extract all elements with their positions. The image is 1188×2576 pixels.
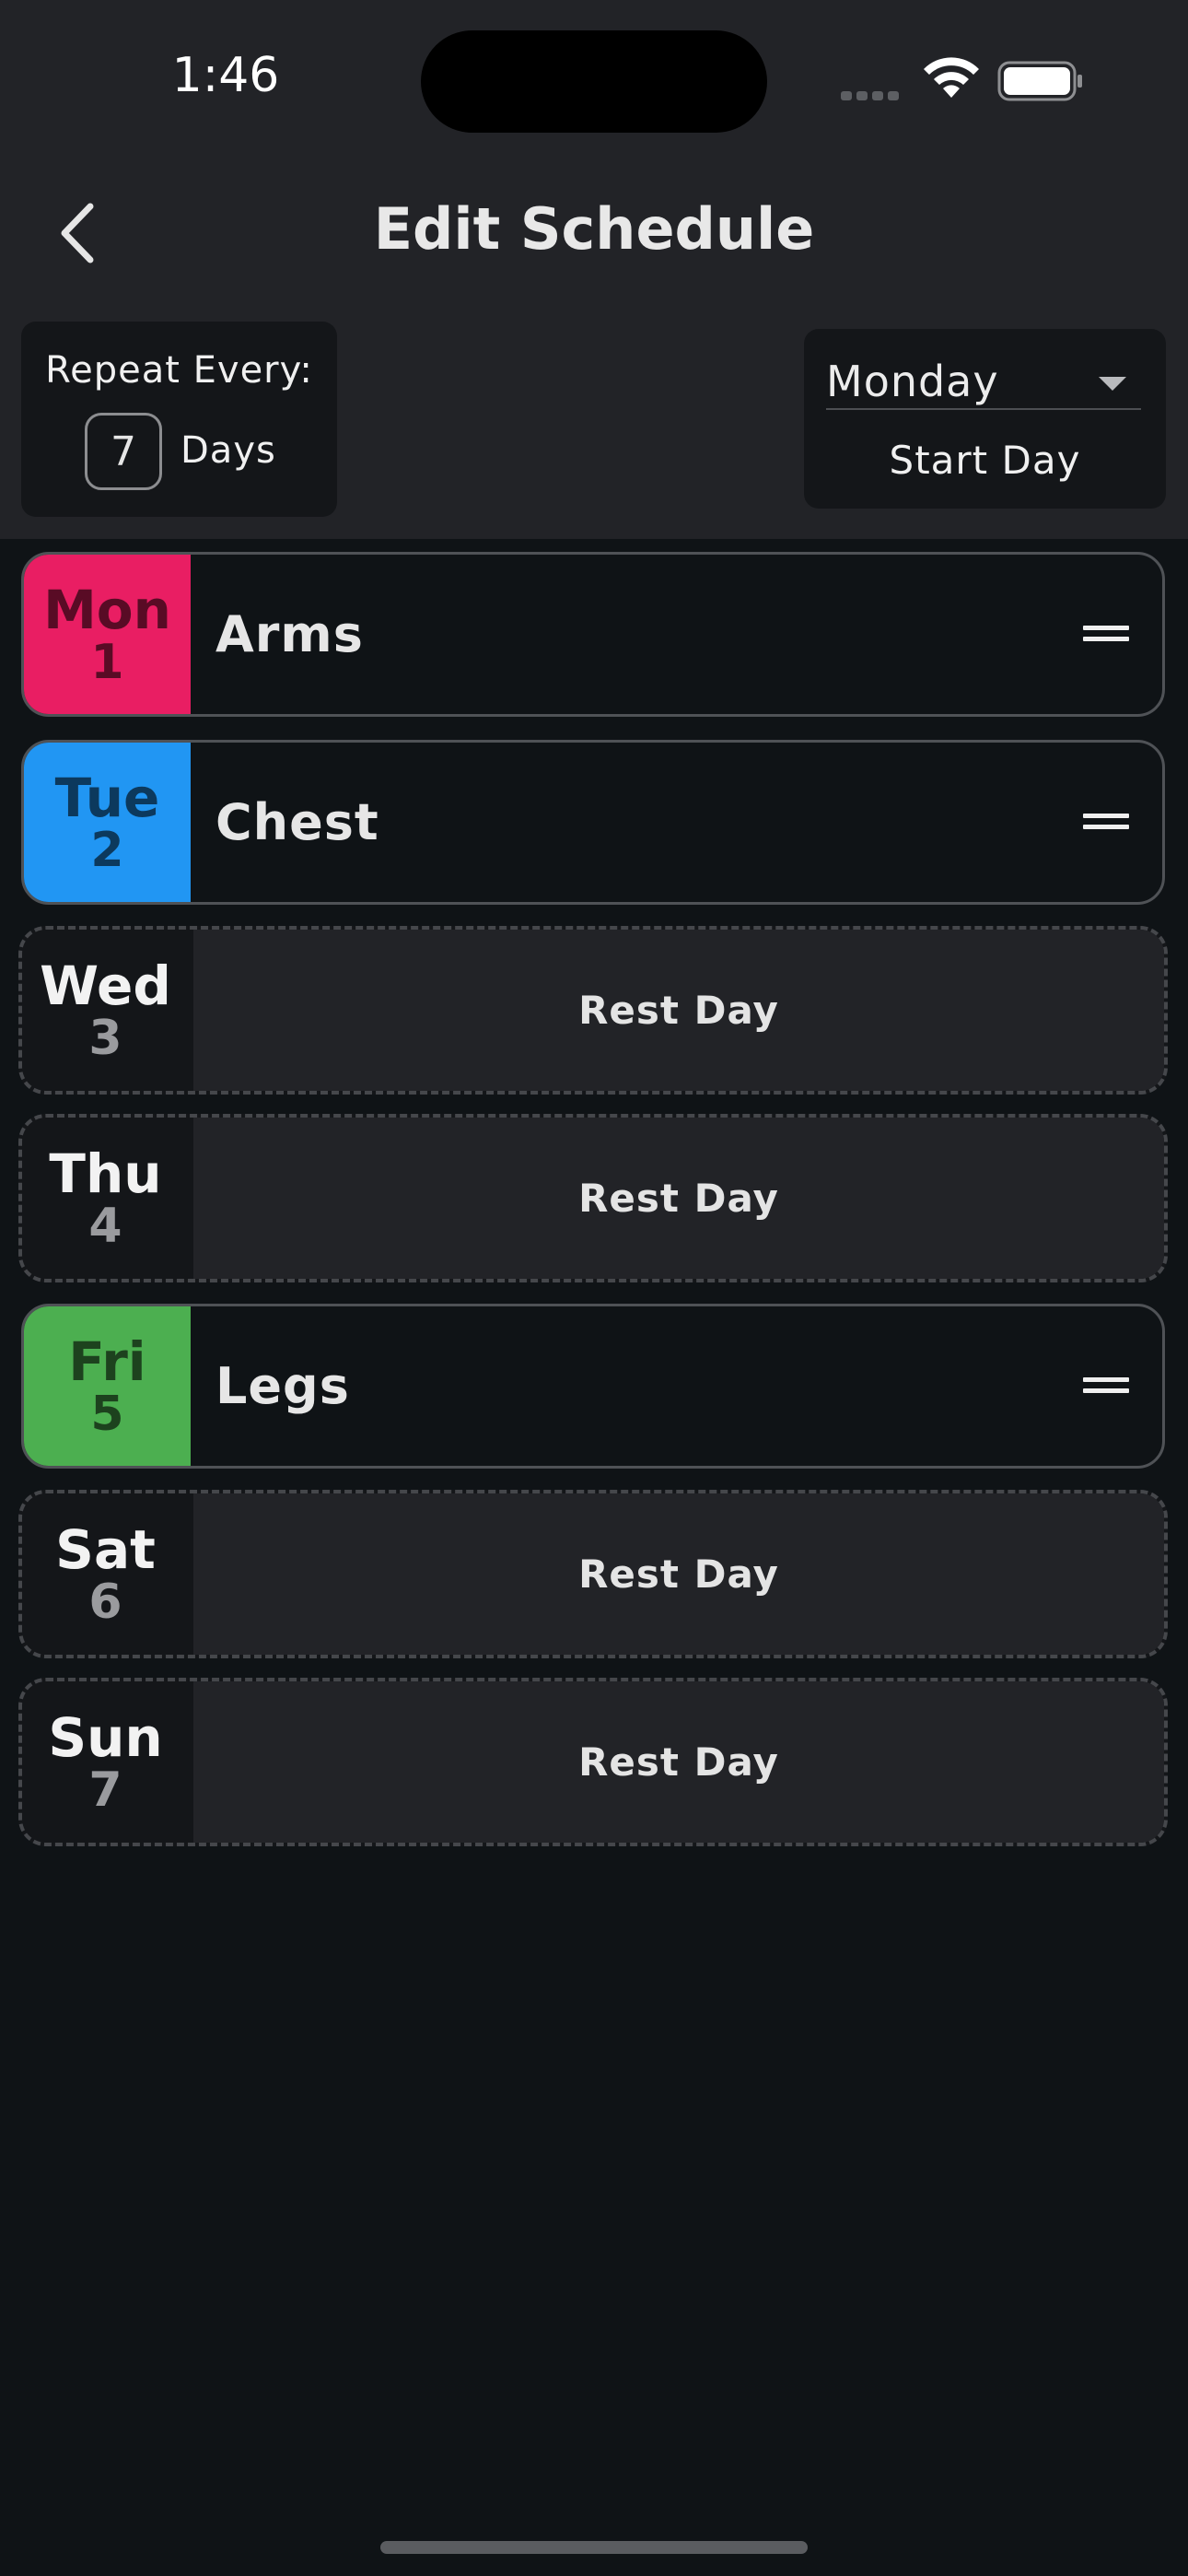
repeat-days-input[interactable]: 7: [85, 413, 162, 490]
status-time: 1:46: [171, 48, 280, 103]
drag-handle-icon[interactable]: [1083, 1377, 1129, 1396]
day-name: Sun: [48, 1705, 163, 1769]
start-day-card: Monday Start Day: [804, 329, 1166, 509]
rest-day-slot[interactable]: Rest Day: [193, 1681, 1164, 1843]
schedule-row-tue[interactable]: Tue 2 Chest: [21, 740, 1165, 905]
rest-day-slot[interactable]: Rest Day: [193, 1493, 1164, 1655]
rest-day-slot[interactable]: Rest Day: [193, 930, 1164, 1091]
day-badge: Wed 3: [22, 930, 189, 1091]
caret-down-icon: [1099, 377, 1126, 391]
rest-day-label: Rest Day: [578, 1176, 779, 1221]
day-name: Wed: [40, 954, 171, 1017]
schedule-row-sun[interactable]: Sun 7 Rest Day: [18, 1678, 1168, 1846]
day-name: Sat: [55, 1517, 156, 1581]
day-badge: Fri 5: [24, 1306, 191, 1466]
day-badge: Sat 6: [22, 1493, 189, 1655]
rest-day-slot[interactable]: Rest Day: [193, 1118, 1164, 1279]
day-number: 4: [88, 1198, 122, 1254]
day-number: 1: [90, 634, 124, 690]
header: 1:46 Edit Schedule Repeat Every: 7 Days …: [0, 0, 1188, 539]
drag-handle-icon[interactable]: [1083, 814, 1129, 832]
rest-day-label: Rest Day: [578, 1551, 779, 1597]
cellular-signal-icon: [841, 87, 903, 104]
day-name: Mon: [43, 578, 171, 641]
day-name: Thu: [49, 1142, 162, 1205]
repeat-label: Repeat Every:: [45, 349, 313, 392]
rest-day-label: Rest Day: [578, 988, 779, 1033]
day-number: 3: [88, 1010, 122, 1066]
workout-name: Legs: [215, 1357, 350, 1415]
day-name: Tue: [54, 766, 160, 829]
start-day-caption: Start Day: [889, 438, 1081, 483]
day-number: 5: [90, 1386, 124, 1442]
day-number: 7: [88, 1762, 122, 1818]
schedule-row-mon[interactable]: Mon 1 Arms: [21, 552, 1165, 717]
workout-name: Chest: [215, 793, 379, 851]
workout-name: Arms: [215, 605, 364, 663]
day-badge: Thu 4: [22, 1118, 189, 1279]
repeat-unit-label: Days: [181, 429, 276, 472]
day-number: 6: [88, 1574, 122, 1630]
rest-day-label: Rest Day: [578, 1739, 779, 1785]
day-badge: Sun 7: [22, 1681, 189, 1843]
day-badge: Tue 2: [24, 743, 191, 902]
dynamic-island: [421, 30, 767, 133]
schedule-row-wed[interactable]: Wed 3 Rest Day: [18, 926, 1168, 1095]
wifi-icon: [924, 57, 979, 98]
day-number: 2: [90, 822, 124, 878]
day-name: Fri: [68, 1329, 146, 1393]
start-day-dropdown[interactable]: Monday: [826, 357, 1141, 410]
schedule-row-fri[interactable]: Fri 5 Legs: [21, 1304, 1165, 1469]
start-day-value: Monday: [826, 357, 999, 406]
repeat-card: Repeat Every: 7 Days: [21, 322, 337, 517]
schedule-row-sat[interactable]: Sat 6 Rest Day: [18, 1490, 1168, 1658]
home-indicator: [380, 2541, 808, 2554]
day-badge: Mon 1: [24, 555, 191, 714]
battery-icon: [997, 61, 1082, 101]
drag-handle-icon[interactable]: [1083, 626, 1129, 644]
page-title: Edit Schedule: [373, 195, 815, 263]
schedule-row-thu[interactable]: Thu 4 Rest Day: [18, 1114, 1168, 1282]
